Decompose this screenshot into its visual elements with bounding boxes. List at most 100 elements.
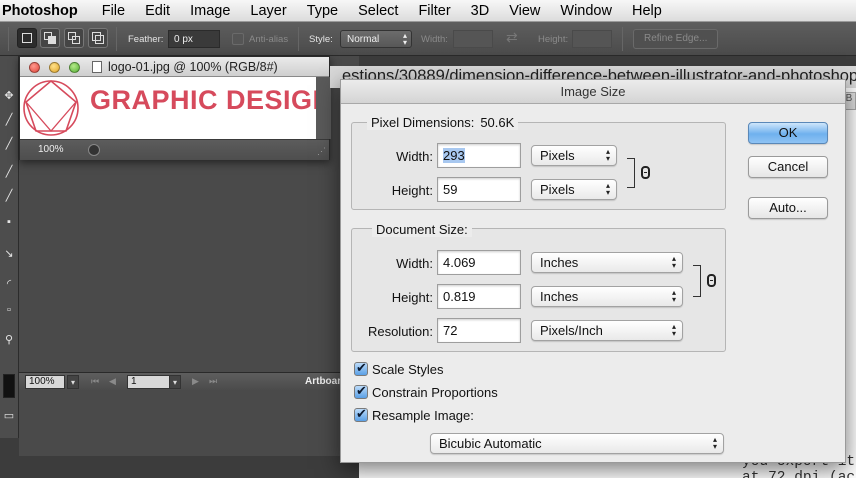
status-info-icon[interactable] [88, 144, 100, 156]
pixel-width-label: Width: [396, 149, 433, 164]
doc-width-input[interactable]: 4.069 [437, 250, 521, 275]
last-page-icon[interactable]: ⏭ [209, 376, 217, 387]
document-file-icon [92, 61, 102, 73]
menu-window[interactable]: Window [550, 3, 622, 19]
select-arrows-icon: ▴ ▾ [605, 147, 610, 163]
doc-width-unit-select[interactable]: Inches ▴ ▾ [531, 252, 683, 273]
width-input [453, 30, 493, 48]
pencil-tool-icon[interactable]: ╱ [3, 166, 15, 178]
pixel-height-input[interactable]: 59 [437, 177, 521, 202]
menu-bar: Photoshop File Edit Image Layer Type Sel… [0, 0, 856, 22]
previous-page-icon[interactable]: ◀ [109, 376, 116, 387]
cancel-button[interactable]: Cancel [748, 156, 828, 178]
foreground-color-icon[interactable] [3, 374, 15, 398]
shape-tool-icon[interactable]: ▫ [3, 304, 15, 316]
doc-height-input[interactable]: 0.819 [437, 284, 521, 309]
ok-button[interactable]: OK [748, 122, 828, 144]
workspace-status-bar: 100% ▾ ⏮ ◀ 1 ▾ ▶ ⏭ Artboar [19, 372, 359, 390]
resample-method-select[interactable]: Bicubic Automatic ▴ ▾ [430, 433, 724, 454]
doc-height-unit-select[interactable]: Inches ▴ ▾ [531, 286, 683, 307]
menu-help[interactable]: Help [622, 3, 672, 19]
pixel-dimensions-size: 50.6K [480, 115, 515, 130]
options-separator [298, 27, 299, 51]
intersect-selection-icon[interactable] [88, 28, 108, 48]
workspace-zoom-field[interactable]: 100% [25, 375, 65, 389]
menu-filter[interactable]: Filter [408, 3, 460, 19]
doc-width-unit-value: Inches [540, 255, 579, 270]
dialog-title: Image Size [341, 80, 845, 104]
zoom-dropdown-icon[interactable]: ▾ [67, 375, 79, 389]
constrain-proportions-label[interactable]: Constrain Proportions [372, 385, 498, 400]
zoom-window-icon[interactable] [69, 62, 80, 73]
document-titlebar: logo-01.jpg @ 100% (RGB/8#) [20, 57, 329, 77]
auto-button[interactable]: Auto... [748, 197, 828, 219]
constrain-proportions-checkbox[interactable] [354, 383, 368, 399]
scale-styles-label[interactable]: Scale Styles [372, 362, 444, 377]
close-window-icon[interactable] [29, 62, 40, 73]
brush-tool-icon[interactable]: ╱ [3, 114, 15, 126]
menu-layer[interactable]: Layer [240, 3, 296, 19]
clone-tool-icon[interactable]: ╱ [3, 190, 15, 202]
document-zoom-level[interactable]: 100% [38, 144, 64, 155]
dodge-tool-icon[interactable]: ↘ [3, 248, 15, 260]
next-page-icon[interactable]: ▶ [192, 376, 199, 387]
page-dropdown-icon[interactable]: ▾ [169, 375, 181, 389]
menu-file[interactable]: File [92, 3, 135, 19]
menu-image[interactable]: Image [180, 3, 240, 19]
move-tool-icon[interactable]: ✥ [3, 90, 15, 102]
page-number-field[interactable]: 1 [127, 375, 171, 389]
resolution-input[interactable]: 72 [437, 318, 521, 343]
pixel-dimensions-title: Pixel Dimensions: 50.6K [367, 115, 519, 130]
antialias-label: Anti-alias [249, 34, 289, 45]
style-label: Style: [309, 34, 333, 45]
resample-image-label[interactable]: Resample Image: [372, 408, 474, 423]
feather-input[interactable]: 0 px [168, 30, 220, 48]
tools-panel: ✥ ╱ ╱ ╱ ╱ ▪ ↘ ◜ ▫ ⚲ ▭ [0, 56, 19, 438]
pixel-height-unit-select[interactable]: Pixels ▴ ▾ [531, 179, 617, 200]
pixel-height-unit-value: Pixels [540, 182, 575, 197]
select-arrows-icon: ▴ ▾ [712, 435, 717, 451]
document-size-title: Document Size: [372, 222, 472, 237]
minimize-window-icon[interactable] [49, 62, 60, 73]
pixel-width-unit-value: Pixels [540, 148, 575, 163]
feather-label: Feather: [128, 34, 164, 45]
resolution-unit-select[interactable]: Pixels/Inch ▴ ▾ [531, 320, 683, 341]
document-link-bracket [693, 265, 701, 297]
swap-dimensions-icon: ⇄ [506, 29, 518, 45]
pixel-height-label: Height: [391, 183, 433, 198]
refine-edge-button: Refine Edge... [633, 29, 719, 49]
menu-3d[interactable]: 3D [461, 3, 500, 19]
add-to-selection-icon[interactable] [40, 28, 60, 48]
select-arrows-icon: ▴ ▾ [671, 322, 676, 338]
path-selection-tool-icon[interactable]: ◜ [3, 278, 15, 290]
document-status-bar: 100% ⋰ [20, 139, 329, 160]
image-size-dialog: Image Size Pixel Dimensions: 50.6K Width:… [340, 79, 846, 463]
style-select[interactable]: Normal ▴ ▾ [340, 30, 412, 48]
menu-view[interactable]: View [499, 3, 550, 19]
chain-link-icon [641, 166, 650, 179]
eyedropper-tool-icon[interactable]: ╱ [3, 138, 15, 150]
menu-select[interactable]: Select [348, 3, 408, 19]
logo-text: GRAPHIC DESIGN [90, 85, 316, 115]
menu-type[interactable]: Type [297, 3, 348, 19]
select-arrows-icon: ▴ ▾ [671, 254, 676, 270]
first-page-icon[interactable]: ⏮ [91, 376, 99, 387]
resample-image-checkbox[interactable] [354, 406, 368, 422]
subtract-from-selection-icon[interactable] [64, 28, 84, 48]
pixel-width-input[interactable]: 293 [437, 143, 521, 168]
new-selection-icon[interactable] [17, 28, 37, 48]
menu-edit[interactable]: Edit [135, 3, 180, 19]
quick-mask-icon[interactable]: ▭ [3, 410, 15, 422]
style-select-value: Normal [347, 34, 380, 45]
scale-styles-checkbox[interactable] [354, 360, 368, 376]
options-bar: Feather: 0 px Anti-alias Style: Normal ▴… [0, 22, 856, 56]
eraser-tool-icon[interactable]: ▪ [3, 216, 15, 228]
resize-grip-icon[interactable]: ⋰ [317, 146, 326, 157]
antialias-checkbox[interactable] [232, 33, 244, 45]
pixel-width-unit-select[interactable]: Pixels ▴ ▾ [531, 145, 617, 166]
menu-app-photoshop[interactable]: Photoshop [0, 3, 92, 19]
zoom-tool-icon[interactable]: ⚲ [3, 334, 15, 346]
document-window: logo-01.jpg @ 100% (RGB/8#) GRAPHIC DESI… [19, 56, 331, 160]
height-label: Height: [538, 34, 569, 45]
document-canvas[interactable]: GRAPHIC DESIGN [20, 77, 316, 139]
